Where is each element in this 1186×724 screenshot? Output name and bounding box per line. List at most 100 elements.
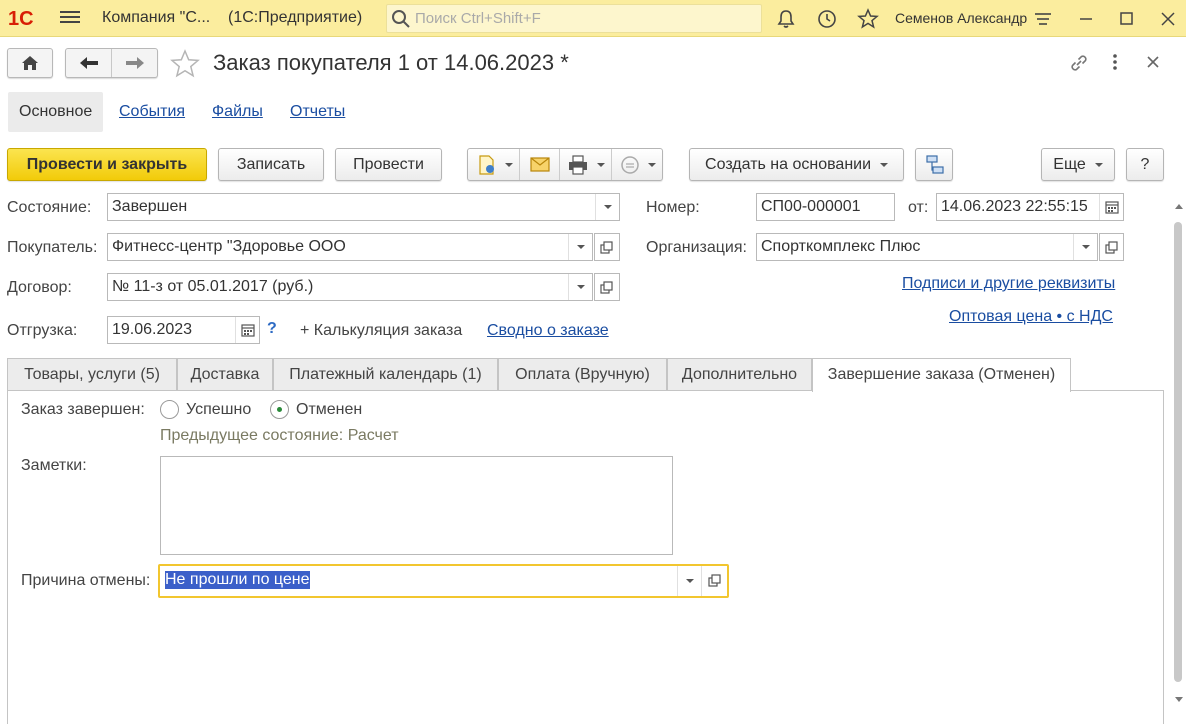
document-icon: [479, 155, 494, 175]
app-title: Компания "С... (1С:Предприятие): [102, 9, 362, 27]
price-type-link[interactable]: Оптовая цена • с НДС: [949, 308, 1113, 326]
cancel-reason-label: Причина отмены:: [21, 572, 151, 589]
open-contract-button[interactable]: [594, 273, 620, 301]
number-field[interactable]: СП00-000001: [756, 193, 895, 221]
tab-reports[interactable]: Отчеты: [290, 92, 345, 132]
open-buyer-button[interactable]: [594, 233, 620, 261]
page-title: Заказ покупателя 1 от 14.06.2023 *: [213, 50, 569, 75]
state-select[interactable]: Завершен: [107, 193, 620, 221]
tab-delivery[interactable]: Доставка: [177, 358, 273, 391]
home-icon: [22, 56, 38, 70]
envelope-icon: [530, 157, 550, 172]
help-button[interactable]: ?: [1126, 148, 1164, 181]
status-button[interactable]: [612, 149, 662, 180]
radio-cancelled-label[interactable]: Отменен: [296, 401, 362, 419]
link-icon[interactable]: [1068, 52, 1090, 74]
favorite-star-icon[interactable]: [170, 49, 200, 79]
calendar-button[interactable]: [235, 317, 259, 343]
chevron-down-icon: [1082, 245, 1090, 249]
scroll-thumb[interactable]: [1174, 222, 1182, 682]
shipment-date-value: 19.06.2023: [112, 321, 193, 338]
print-button[interactable]: [560, 149, 612, 180]
open-window-icon: [708, 574, 721, 587]
more-button[interactable]: Еще: [1041, 148, 1115, 181]
order-completed-label: Заказ завершен:: [21, 401, 145, 418]
tab-files[interactable]: Файлы: [212, 92, 263, 132]
contract-select[interactable]: № 11-з от 05.01.2017 (руб.): [107, 273, 593, 301]
chevron-down-icon: [577, 285, 585, 289]
structure-button[interactable]: [915, 148, 953, 181]
dropdown-button[interactable]: [677, 566, 701, 596]
date-time-field[interactable]: 14.06.2023 22:55:15: [936, 193, 1124, 221]
global-search[interactable]: [386, 4, 762, 33]
history-nav-buttons: [65, 48, 158, 78]
tab-events[interactable]: События: [119, 92, 185, 132]
dropdown-button[interactable]: [595, 194, 619, 220]
number-label: Номер:: [646, 199, 700, 216]
state-label: Состояние:: [7, 199, 92, 216]
attach-file-button[interactable]: [468, 149, 520, 180]
shipment-label: Отгрузка:: [7, 322, 78, 339]
user-name[interactable]: Семенов Александр: [895, 10, 1027, 26]
open-reason-button[interactable]: [701, 566, 727, 596]
signatures-link[interactable]: Подписи и другие реквизиты: [902, 275, 1115, 293]
calculation-link[interactable]: + Калькуляция заказа: [300, 322, 462, 340]
bell-icon[interactable]: [775, 8, 797, 30]
maximize-icon[interactable]: [1116, 8, 1138, 30]
tab-goods[interactable]: Товары, услуги (5): [7, 358, 177, 391]
send-email-button[interactable]: [520, 149, 560, 180]
forward-button[interactable]: [112, 49, 158, 77]
shipment-date-field[interactable]: 19.06.2023: [107, 316, 260, 344]
main-menu-icon[interactable]: [60, 9, 80, 29]
notes-textarea[interactable]: [160, 456, 673, 555]
chevron-down-icon: [1094, 162, 1103, 167]
help-mark[interactable]: ?: [267, 320, 277, 338]
favorites-star-icon[interactable]: [857, 8, 879, 30]
tab-payment[interactable]: Оплата (Вручную): [498, 358, 667, 391]
close-window-icon[interactable]: [1157, 8, 1179, 30]
home-button[interactable]: [7, 48, 53, 78]
summary-link[interactable]: Сводно о заказе: [487, 322, 609, 340]
post-button[interactable]: Провести: [335, 148, 442, 181]
organization-value: Спорткомплекс Плюс: [761, 238, 921, 255]
more-actions-icon[interactable]: [1106, 52, 1124, 72]
create-based-on-button[interactable]: Создать на основании: [689, 148, 904, 181]
vertical-scrollbar[interactable]: [1172, 200, 1186, 724]
post-and-close-button[interactable]: Провести и закрыть: [7, 148, 207, 181]
save-button[interactable]: Записать: [218, 148, 324, 181]
radio-cancelled[interactable]: [270, 400, 289, 419]
chevron-down-icon: [604, 205, 612, 209]
printer-icon: [569, 155, 587, 175]
calendar-icon: [241, 324, 255, 337]
buyer-select[interactable]: Фитнесс-центр "Здоровье ООО: [107, 233, 593, 261]
dropdown-button[interactable]: [568, 274, 592, 300]
tab-main[interactable]: Основное: [8, 92, 104, 132]
chevron-down-icon: [879, 162, 888, 167]
cancel-reason-select[interactable]: Не прошли по цене: [158, 564, 729, 598]
minimize-icon[interactable]: [1075, 8, 1097, 30]
dropdown-button[interactable]: [1073, 234, 1097, 260]
scroll-down-icon[interactable]: [1174, 696, 1184, 704]
organization-label: Организация:: [646, 239, 747, 256]
buyer-label: Покупатель:: [7, 239, 98, 256]
back-button[interactable]: [66, 49, 112, 77]
search-input[interactable]: [413, 8, 753, 29]
settings-menu-icon[interactable]: [1032, 8, 1054, 30]
create-based-on-label: Создать на основании: [705, 156, 872, 173]
tab-additional[interactable]: Дополнительно: [667, 358, 812, 391]
open-organization-button[interactable]: [1099, 233, 1124, 261]
circle-status-icon: [621, 156, 639, 174]
tab-payment-calendar[interactable]: Платежный календарь (1): [273, 358, 498, 391]
arrow-right-icon: [126, 57, 144, 69]
dropdown-button[interactable]: [568, 234, 592, 260]
close-form-icon[interactable]: [1144, 53, 1162, 71]
tab-order-completion[interactable]: Завершение заказа (Отменен): [812, 358, 1071, 392]
radio-success-label[interactable]: Успешно: [186, 401, 251, 419]
organization-select[interactable]: Спорткомплекс Плюс: [756, 233, 1098, 261]
calendar-button[interactable]: [1099, 194, 1123, 220]
history-icon[interactable]: [816, 8, 838, 30]
radio-success[interactable]: [160, 400, 179, 419]
1c-logo: 1С: [8, 6, 48, 30]
open-window-icon: [1105, 241, 1118, 254]
scroll-up-icon[interactable]: [1174, 202, 1184, 210]
